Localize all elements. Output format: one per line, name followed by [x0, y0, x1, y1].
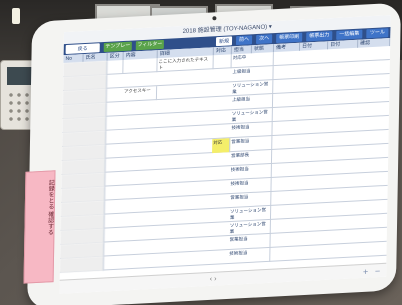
remove-icon[interactable]: − — [375, 266, 380, 276]
filter-button[interactable]: フィルター — [135, 39, 164, 51]
lamp — [12, 8, 20, 24]
pager-control[interactable]: ‹ › — [210, 276, 217, 283]
table-cell-name — [59, 256, 105, 273]
add-icon[interactable]: + — [363, 267, 368, 277]
export-button[interactable]: 帳票出力 — [306, 31, 333, 42]
template-button[interactable]: テンプレート — [103, 41, 132, 58]
tablet-screen: 2018 施設管理 (TOY-NAGANO) ▾ 戻る テンプレート フィルター… — [59, 15, 391, 294]
table-cell-owner: 技術担当 — [228, 247, 271, 265]
print-button[interactable]: 帳票印刷 — [276, 32, 303, 44]
table-cell — [107, 59, 124, 75]
tablet-device: 記録をとる 確認する 2018 施設管理 (TOY-NAGANO) ▾ 戻る テ… — [23, 2, 401, 305]
back-button[interactable]: 戻る — [65, 43, 100, 55]
tools-button[interactable]: ツール — [366, 28, 389, 39]
new-button[interactable]: 新規 — [215, 36, 233, 47]
next-button[interactable]: 次へ — [256, 34, 273, 45]
bulk-edit-button[interactable]: 一括編集 — [336, 29, 363, 40]
data-table: ここに入力されたテキスト 対応中 上級担当 アクセスキー ソリューション営業 上… — [59, 46, 391, 275]
sticky-note: 記録をとる 確認する — [23, 170, 56, 284]
table-cell-highlight[interactable]: 対応 — [212, 138, 231, 154]
table-cell — [213, 54, 232, 70]
camera-icon — [212, 16, 217, 21]
sticky-note-text: 記録をとる 確認する — [46, 179, 54, 236]
prev-button[interactable]: 前へ — [235, 35, 253, 46]
chevron-down-icon: ▾ — [268, 24, 272, 31]
